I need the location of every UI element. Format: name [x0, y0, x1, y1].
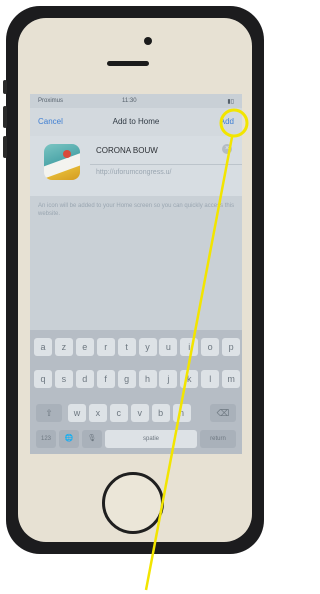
return-key[interactable]: return: [200, 430, 236, 448]
key-y[interactable]: y: [138, 338, 157, 356]
key-j[interactable]: j: [159, 370, 178, 388]
microphone-key[interactable]: 🎙: [82, 430, 102, 448]
globe-key[interactable]: 🌐: [59, 430, 79, 448]
battery-icon: ▮▯: [227, 99, 234, 105]
website-icon: [44, 144, 80, 180]
key-t[interactable]: t: [117, 338, 136, 356]
front-camera: [144, 37, 152, 45]
numbers-key[interactable]: 123: [36, 430, 56, 448]
add-to-home-form: CORONA BOUW × http://uforumcongress.u/: [30, 136, 242, 196]
field-divider: [90, 164, 242, 165]
status-bar: Proximus 11:30 ▮▯: [30, 94, 242, 108]
page-title: Add to Home: [112, 117, 160, 126]
keyboard: azertyuiop qsdfghjklm wxcvbn ⇧ ⌫ 123 🌐 🎙…: [30, 330, 242, 454]
add-button[interactable]: Add: [220, 117, 234, 126]
navigation-bar: Cancel Add to Home Add: [30, 108, 242, 136]
info-text: An icon will be added to your Home scree…: [38, 203, 235, 217]
shift-key[interactable]: ⇧: [36, 404, 62, 422]
key-m[interactable]: m: [222, 370, 241, 388]
url-field: http://uforumcongress.u/: [96, 169, 172, 176]
key-v[interactable]: v: [130, 404, 149, 422]
mute-switch: [3, 80, 7, 94]
phone-screen: Proximus 11:30 ▮▯ Cancel Add to Home Add…: [30, 94, 242, 454]
key-u[interactable]: u: [159, 338, 178, 356]
key-k[interactable]: k: [180, 370, 199, 388]
key-e[interactable]: e: [75, 338, 94, 356]
volume-up-button: [3, 106, 7, 128]
key-d[interactable]: d: [75, 370, 94, 388]
clear-text-icon[interactable]: ×: [222, 144, 232, 154]
space-key[interactable]: spatie: [105, 430, 197, 448]
key-i[interactable]: i: [180, 338, 199, 356]
key-x[interactable]: x: [88, 404, 107, 422]
backspace-key[interactable]: ⌫: [210, 404, 236, 422]
key-w[interactable]: w: [68, 404, 86, 422]
key-b[interactable]: b: [151, 404, 170, 422]
key-z[interactable]: z: [54, 338, 73, 356]
key-f[interactable]: f: [96, 370, 115, 388]
status-time: 11:30: [122, 98, 137, 104]
icon-logo-dot: [63, 150, 71, 158]
key-q[interactable]: q: [34, 370, 52, 388]
key-l[interactable]: l: [201, 370, 220, 388]
volume-down-button: [3, 136, 7, 158]
key-c[interactable]: c: [109, 404, 128, 422]
key-r[interactable]: r: [96, 338, 115, 356]
carrier-label: Proximus: [38, 98, 64, 104]
home-button[interactable]: [102, 472, 164, 534]
key-p[interactable]: p: [222, 338, 241, 356]
earpiece-speaker: [107, 61, 149, 66]
app-name-field[interactable]: CORONA BOUW: [96, 146, 158, 155]
key-o[interactable]: o: [201, 338, 220, 356]
key-a[interactable]: a: [34, 338, 52, 356]
key-s[interactable]: s: [54, 370, 73, 388]
key-g[interactable]: g: [117, 370, 136, 388]
key-n[interactable]: n: [172, 404, 191, 422]
key-h[interactable]: h: [138, 370, 157, 388]
